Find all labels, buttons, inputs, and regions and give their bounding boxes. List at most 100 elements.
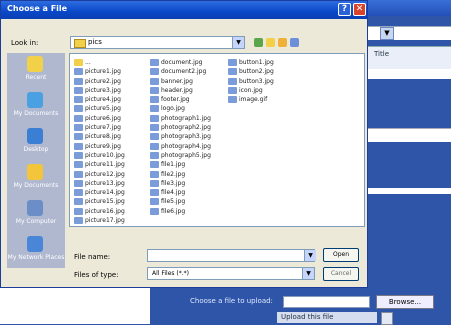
file-item[interactable]: picture1.jpg (72, 67, 148, 76)
file-name: photograph4.jpg (161, 142, 211, 150)
file-name: picture15.jpg (85, 198, 125, 206)
file-name: file6.jpg (161, 207, 186, 215)
file-item[interactable]: banner.jpg (148, 77, 224, 86)
place-label: My Documents (13, 110, 59, 117)
file-item[interactable]: button2.jpg (226, 67, 302, 76)
file-item[interactable]: photograph3.jpg (148, 132, 224, 141)
upload-file-input[interactable] (283, 296, 370, 308)
file-name: picture14.jpg (85, 189, 125, 197)
chevron-down-icon[interactable]: ▼ (380, 27, 394, 40)
file-item[interactable]: picture4.jpg (72, 95, 148, 104)
file-item[interactable]: picture6.jpg (72, 114, 148, 123)
image-file-icon (74, 179, 83, 187)
image-file-icon (74, 189, 83, 197)
file-item[interactable]: file4.jpg (148, 188, 224, 197)
file-item[interactable]: file5.jpg (148, 197, 224, 206)
chevron-down-icon[interactable]: ▼ (304, 250, 316, 261)
file-item[interactable]: picture3.jpg (72, 86, 148, 95)
file-name: file2.jpg (161, 170, 186, 178)
file-name: image.gif (239, 96, 268, 104)
file-item[interactable]: picture11.jpg (72, 160, 148, 169)
file-name: picture12.jpg (85, 170, 125, 178)
file-item[interactable]: picture10.jpg (72, 151, 148, 160)
file-name: footer.jpg (161, 96, 190, 104)
file-item[interactable]: picture12.jpg (72, 170, 148, 179)
file-list[interactable]: ... picture1.jpg picture2.jpg picture3.jpg p… (69, 53, 365, 227)
up-folder-icon[interactable] (266, 38, 275, 47)
image-file-icon (150, 179, 159, 187)
file-item[interactable]: photograph5.jpg (148, 151, 224, 160)
file-item[interactable]: image.gif (226, 95, 302, 104)
upload-link[interactable]: Upload this file (277, 312, 377, 323)
file-item[interactable]: file1.jpg (148, 160, 224, 169)
new-folder-icon[interactable] (278, 38, 287, 47)
file-name: icon.jpg (239, 86, 263, 94)
file-item[interactable]: document2.jpg (148, 67, 224, 76)
help-button[interactable]: ? (338, 3, 351, 16)
file-name: picture4.jpg (85, 96, 121, 104)
file-item[interactable]: logo.jpg (148, 104, 224, 113)
image-file-icon (74, 161, 83, 169)
dialog-titlebar[interactable]: Choose a File ? ✕ (1, 1, 367, 19)
file-name: button3.jpg (239, 77, 274, 85)
file-name: document.jpg (161, 59, 203, 66)
file-item[interactable]: file3.jpg (148, 179, 224, 188)
place-item[interactable]: My Network Places (7, 233, 65, 275)
file-item[interactable]: button3.jpg (226, 77, 302, 86)
file-item[interactable]: picture5.jpg (72, 104, 148, 113)
image-file-icon (74, 217, 83, 225)
file-name: file4.jpg (161, 189, 186, 197)
file-column: document.jpg document2.jpg banner.jpg heade… (148, 58, 224, 216)
file-name: photograph3.jpg (161, 133, 211, 141)
file-item[interactable]: header.jpg (148, 86, 224, 95)
browse-button[interactable]: Browse... (376, 295, 434, 309)
file-item[interactable]: picture2.jpg (72, 77, 148, 86)
file-item[interactable]: picture15.jpg (72, 197, 148, 206)
scrollbar[interactable] (381, 312, 393, 325)
close-button[interactable]: ✕ (353, 3, 366, 16)
look-in-combo[interactable]: pics ▼ (70, 36, 245, 49)
places-bar: Recent My Documents Desktop My Documents My … (7, 53, 65, 268)
files-of-type-select[interactable]: All Files (*.*) ▼ (147, 267, 315, 280)
file-name: picture5.jpg (85, 105, 121, 113)
file-item[interactable]: photograph2.jpg (148, 123, 224, 132)
file-item[interactable]: document.jpg (148, 58, 224, 67)
file-item[interactable]: file6.jpg (148, 207, 224, 216)
background-row (368, 128, 451, 142)
open-button[interactable]: Open (323, 248, 359, 262)
file-item[interactable]: picture17.jpg (72, 216, 148, 225)
image-file-icon (150, 124, 159, 132)
file-name: button2.jpg (239, 68, 274, 76)
image-file-icon (74, 77, 83, 85)
file-item[interactable]: picture7.jpg (72, 123, 148, 132)
file-item[interactable]: icon.jpg (226, 86, 302, 95)
file-column: ... picture1.jpg picture2.jpg picture3.jpg p… (72, 58, 148, 225)
file-name: picture2.jpg (85, 77, 121, 85)
file-item[interactable]: picture14.jpg (72, 188, 148, 197)
image-file-icon (74, 133, 83, 141)
image-file-icon (74, 207, 83, 215)
image-file-icon (74, 86, 83, 94)
place-label: Desktop (23, 146, 49, 153)
chevron-down-icon[interactable]: ▼ (302, 268, 314, 279)
chevron-down-icon[interactable]: ▼ (232, 37, 244, 48)
file-name-input[interactable] (147, 249, 315, 262)
cancel-button[interactable]: Cancel (323, 267, 359, 281)
files-of-type-label: Files of type: (74, 271, 119, 279)
look-in-value: pics (88, 38, 102, 46)
file-item[interactable]: footer.jpg (148, 95, 224, 104)
image-file-icon (74, 170, 83, 178)
back-icon[interactable] (254, 38, 263, 47)
file-item[interactable]: picture9.jpg (72, 142, 148, 151)
file-item[interactable]: photograph4.jpg (148, 142, 224, 151)
file-item[interactable]: picture16.jpg (72, 207, 148, 216)
file-item[interactable]: button1.jpg (226, 58, 302, 67)
file-item[interactable]: picture13.jpg (72, 179, 148, 188)
file-item[interactable]: file2.jpg (148, 170, 224, 179)
file-item[interactable]: ... (72, 58, 148, 67)
view-menu-icon[interactable] (290, 38, 299, 47)
image-file-icon (74, 151, 83, 159)
file-name: picture10.jpg (85, 151, 125, 159)
file-item[interactable]: photograph1.jpg (148, 114, 224, 123)
file-item[interactable]: picture8.jpg (72, 132, 148, 141)
